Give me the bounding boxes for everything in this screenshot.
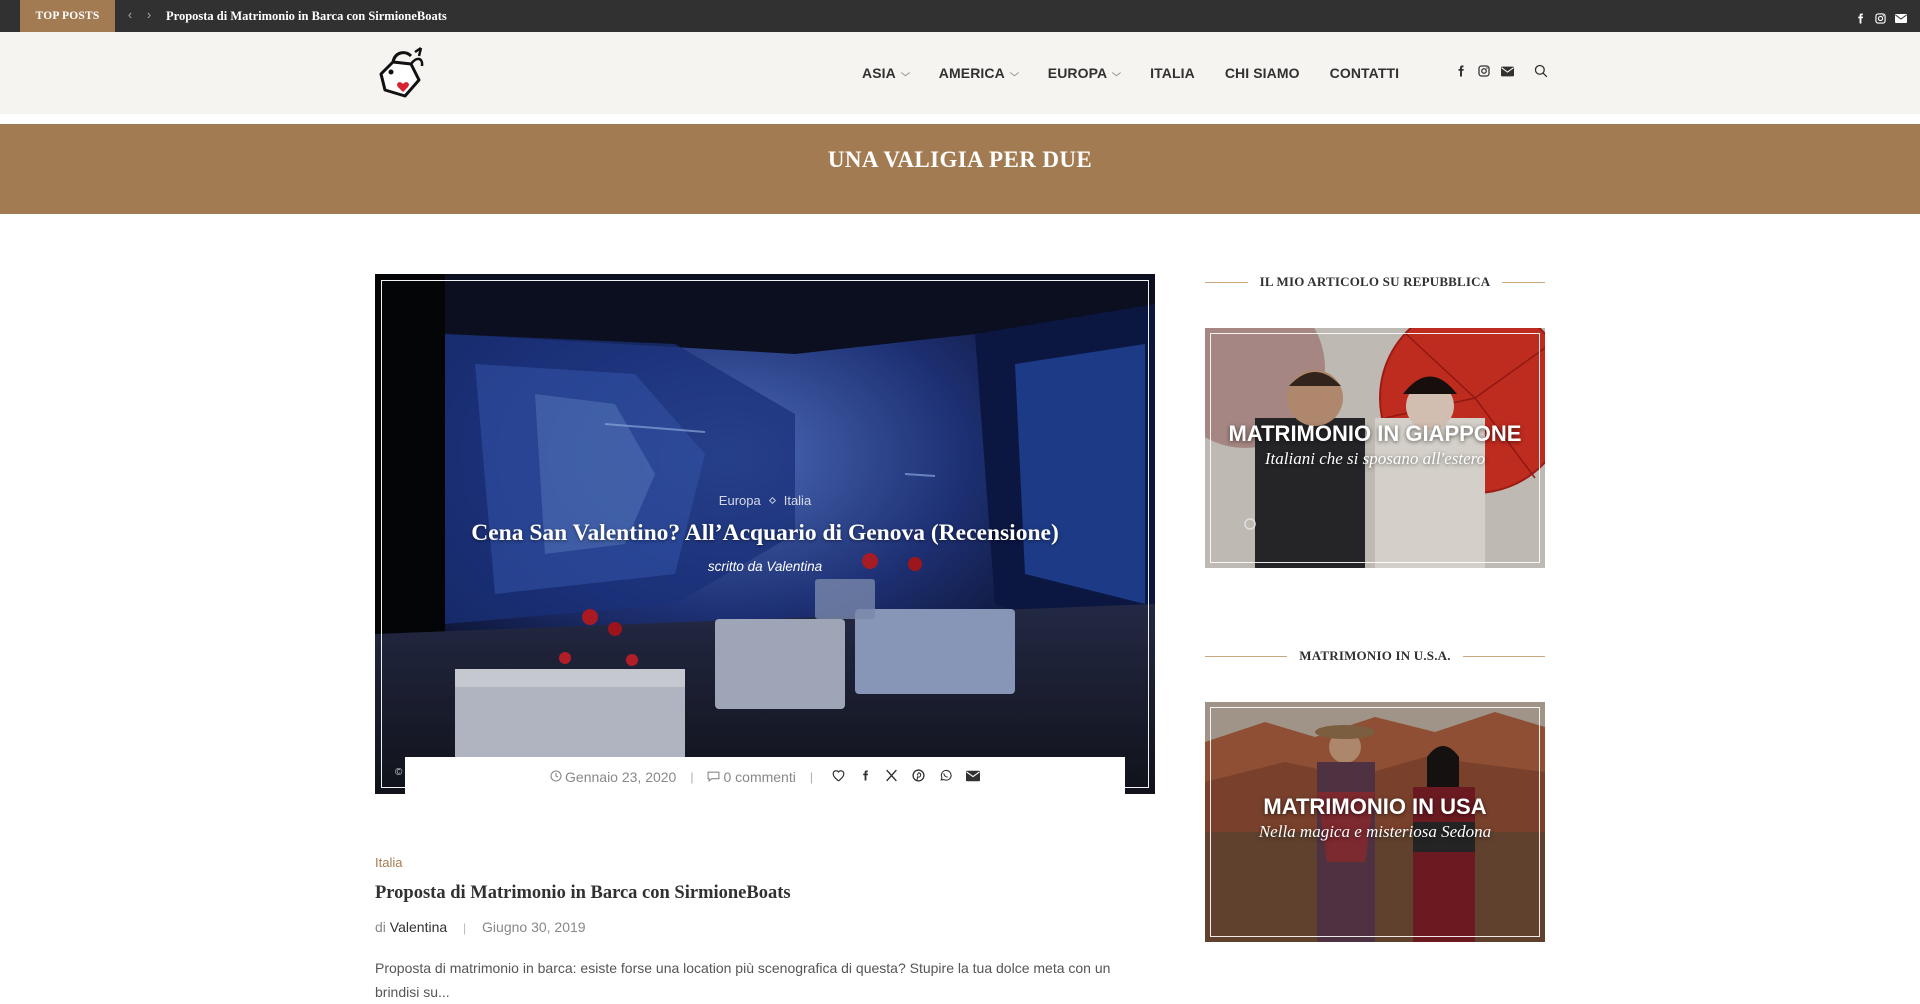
chevron-down-icon: ⌵ <box>1009 67 1019 78</box>
widget-title: MATRIMONIO IN U.S.A. <box>1299 648 1451 663</box>
category-link-italia[interactable]: Italia <box>784 493 811 508</box>
envelope-icon[interactable] <box>1895 11 1907 23</box>
sidebar-banner-usa[interactable]: MATRIMONIO IN USA Nella magica e misteri… <box>1205 702 1545 942</box>
share-buttons <box>831 769 980 785</box>
featured-author: scritto da Valentina <box>707 559 823 574</box>
facebook-icon[interactable] <box>1855 11 1866 24</box>
featured-categories: Europa Italia <box>375 493 1155 508</box>
card-subtitle: Italiani che si sposano all'estero <box>1264 449 1486 468</box>
site-title: UNA VALIGIA PER DUE <box>827 147 1093 172</box>
post-meta: di Valentina | Giugno 30, 2019 <box>375 919 586 935</box>
site-logo[interactable] <box>375 46 427 102</box>
heart-icon[interactable] <box>831 769 846 785</box>
post-by: di <box>375 919 386 935</box>
facebook-icon[interactable] <box>860 769 871 785</box>
nav-item-america[interactable]: AMERICA ⌵ <box>938 65 1019 81</box>
heading-line <box>1462 655 1545 657</box>
nav-label: EUROPA <box>1047 65 1108 81</box>
heading-line <box>1205 281 1248 283</box>
page-banner: UNA VALIGIA PER DUE <box>0 124 1920 214</box>
whatsapp-icon[interactable] <box>939 769 952 785</box>
chevron-right-icon[interactable]: › <box>142 0 156 32</box>
widget-title: IL MIO ARTICOLO SU REPUBBLICA <box>1259 274 1491 289</box>
meta-separator: | <box>690 770 694 784</box>
comment-icon <box>707 769 720 785</box>
post-date: Giugno 30, 2019 <box>482 919 586 935</box>
card-frame <box>1210 333 1540 563</box>
nav-label: AMERICA <box>938 65 1005 81</box>
envelope-icon[interactable] <box>965 769 980 785</box>
main-nav: ASIA ⌵ AMERICA ⌵ EUROPA ⌵ ITALIA CHI SIAMO … <box>862 32 1429 114</box>
featured-meta-bar: Gennaio 23, 2020 | 0 commenti | <box>405 757 1125 797</box>
site-header: ASIA ⌵ AMERICA ⌵ EUROPA ⌵ ITALIA CHI SIAMO … <box>0 32 1920 114</box>
nav-label: CHI SIAMO <box>1224 65 1300 81</box>
card-title: MATRIMONIO IN GIAPPONE <box>1228 421 1522 446</box>
nav-label: ITALIA <box>1150 65 1195 81</box>
envelope-icon[interactable] <box>1501 64 1514 82</box>
clock-icon <box>550 769 562 785</box>
nav-item-italia[interactable]: ITALIA <box>1150 65 1195 81</box>
nav-item-contatti[interactable]: CONTATTI <box>1330 65 1400 81</box>
copyright-mark: © <box>395 767 403 778</box>
meta-separator: | <box>809 770 813 784</box>
card-title: MATRIMONIO IN USA <box>1263 794 1487 819</box>
nav-label: ASIA <box>862 65 896 81</box>
search-icon[interactable] <box>1534 64 1548 83</box>
post-category-link[interactable]: Italia <box>375 855 402 870</box>
header-icons <box>1455 32 1548 114</box>
instagram-icon[interactable] <box>1875 11 1886 24</box>
category-link-europa[interactable]: Europa <box>719 493 761 508</box>
chevron-down-icon: ⌵ <box>1112 67 1122 78</box>
featured-date: Gennaio 23, 2020 <box>565 769 677 785</box>
x-icon[interactable] <box>885 769 898 785</box>
nav-item-europa[interactable]: EUROPA ⌵ <box>1047 65 1122 81</box>
meta-separator: | <box>463 921 467 935</box>
chevron-down-icon: ⌵ <box>900 67 910 78</box>
separator-dot <box>768 496 776 505</box>
facebook-icon[interactable] <box>1455 64 1467 82</box>
featured-title[interactable]: Cena San Valentino? All’Acquario di Geno… <box>375 520 1155 547</box>
nav-item-asia[interactable]: ASIA ⌵ <box>862 65 910 81</box>
heading-line <box>1502 281 1546 283</box>
chevron-left-icon[interactable]: ‹ <box>123 0 137 32</box>
top-posts-label: TOP POSTS <box>20 0 115 32</box>
post-title[interactable]: Proposta di Matrimonio in Barca con Sirm… <box>375 883 791 904</box>
heading-line <box>1205 655 1288 657</box>
top-social-links <box>1855 0 1907 32</box>
top-post-link[interactable]: Proposta di Matrimonio in Barca con Sirm… <box>166 0 447 33</box>
comments-link[interactable]: 0 commenti <box>723 769 795 785</box>
top-bar: TOP POSTS ‹ › Proposta di Matrimonio in … <box>0 0 1920 32</box>
post-excerpt: Proposta di matrimonio in barca: esiste … <box>375 960 1111 1000</box>
sidebar-widget-heading: MATRIMONIO IN U.S.A. <box>1205 648 1545 664</box>
nav-item-chi-siamo[interactable]: CHI SIAMO <box>1225 65 1300 81</box>
pinterest-icon[interactable] <box>912 769 925 785</box>
instagram-icon[interactable] <box>1478 64 1490 82</box>
post-author-link[interactable]: Valentina <box>390 919 447 935</box>
sidebar-widget-heading: IL MIO ARTICOLO SU REPUBBLICA <box>1205 274 1546 290</box>
card-subtitle: Nella magica e misteriosa Sedona <box>1258 822 1492 841</box>
sidebar-banner-giappone[interactable]: MATRIMONIO IN GIAPPONE Italiani che si s… <box>1205 328 1545 568</box>
featured-post[interactable]: Europa Italia Cena San Valentino? All’Acq… <box>375 274 1155 794</box>
nav-label: CONTATTI <box>1329 65 1400 81</box>
